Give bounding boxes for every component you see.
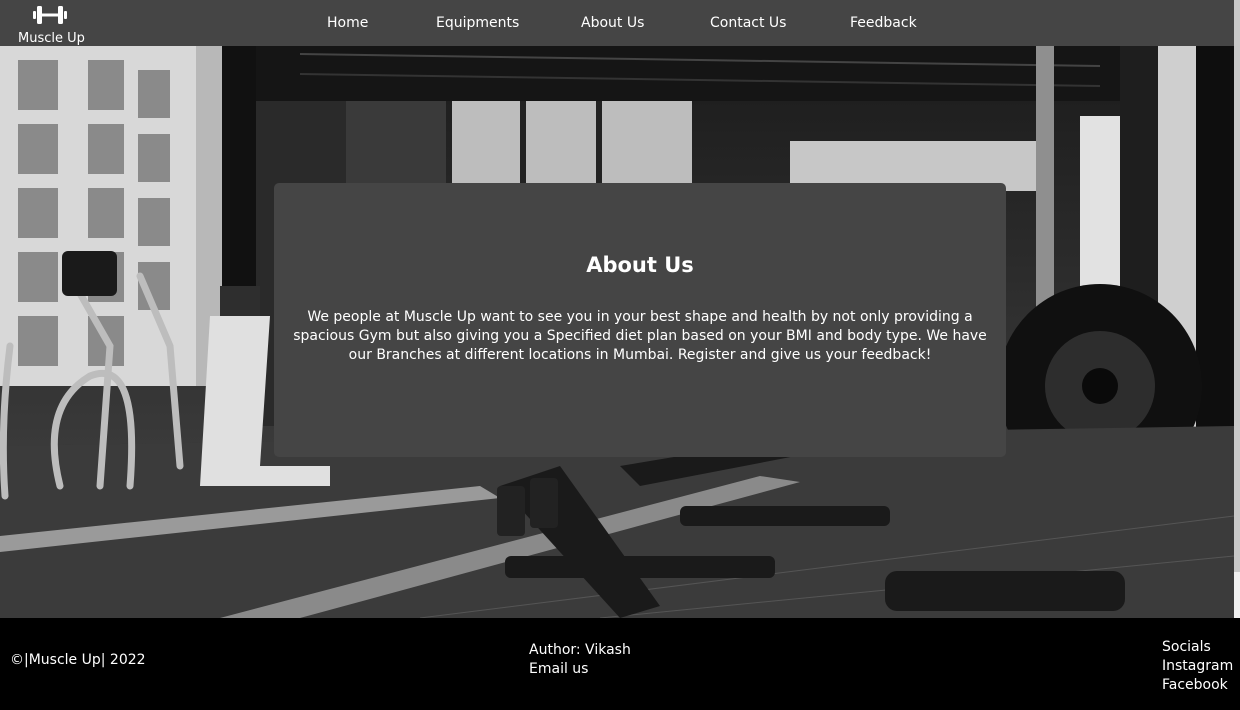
- copyright-text: ©|Muscle Up| 2022: [10, 652, 146, 668]
- nav-link-feedback[interactable]: Feedback: [850, 15, 917, 31]
- about-description: We people at Muscle Up want to see you i…: [293, 309, 987, 363]
- footer: ©|Muscle Up| 2022 Author: Vikash Email u…: [0, 618, 1240, 710]
- dumbbell-icon: [33, 6, 67, 24]
- nav-link-contact-us[interactable]: Contact Us: [710, 15, 786, 31]
- brand-label: Muscle Up: [18, 31, 85, 46]
- about-card: About Us We people at Muscle Up want to …: [274, 183, 1006, 457]
- scrollbar-thumb[interactable]: [1234, 0, 1240, 572]
- author-link[interactable]: Author: Vikash: [529, 641, 631, 660]
- author-block: Author: Vikash Email us: [529, 641, 631, 679]
- email-link[interactable]: Email us: [529, 660, 631, 679]
- brand-logo-link[interactable]: Muscle Up: [14, 2, 86, 46]
- navbar: Muscle Up Home Equipments About Us Conta…: [0, 0, 1234, 46]
- socials-block: Socials Instagram Facebook: [1162, 638, 1233, 695]
- nav-link-about-us[interactable]: About Us: [581, 15, 644, 31]
- about-title: About Us: [586, 253, 694, 277]
- socials-heading: Socials: [1162, 639, 1211, 655]
- instagram-link[interactable]: Instagram: [1162, 657, 1233, 676]
- nav-link-home[interactable]: Home: [327, 15, 368, 31]
- nav-link-equipments[interactable]: Equipments: [436, 15, 519, 31]
- facebook-link[interactable]: Facebook: [1162, 676, 1233, 695]
- page-scrollbar[interactable]: [1234, 0, 1240, 618]
